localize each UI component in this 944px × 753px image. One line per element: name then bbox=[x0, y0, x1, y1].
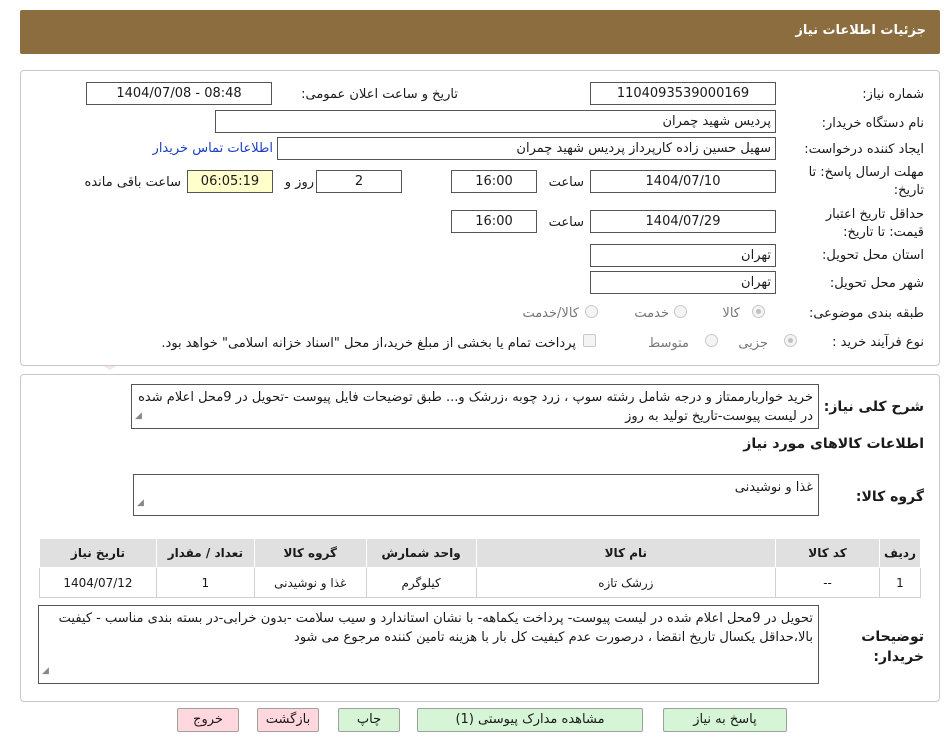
col-goods-code: کد کالا bbox=[775, 538, 880, 568]
buyer-notes-textarea: تحویل در 9محل اعلام شده در لیست پیوست- پ… bbox=[38, 605, 819, 684]
page-header: جزئیات اطلاعات نیاز bbox=[20, 10, 940, 54]
col-unit: واحد شمارش bbox=[365, 538, 477, 568]
category-goods-label: کالا bbox=[722, 306, 740, 321]
description-label: شرح کلی نیاز: bbox=[823, 399, 924, 415]
cell-row-number: 1 bbox=[878, 567, 922, 598]
category-label: طبقه بندی موضوعی: bbox=[808, 306, 924, 321]
need-number-field: 1104093539000169 bbox=[590, 82, 776, 105]
cell-need-date: 1404/07/12 bbox=[39, 567, 157, 598]
view-attachments-button[interactable]: مشاهده مدارک پیوستی (1) bbox=[417, 708, 643, 732]
validity-date-field: 1404/07/29 bbox=[590, 210, 776, 233]
category-service-label: خدمت bbox=[634, 306, 669, 321]
col-need-date: تاریخ نیاز bbox=[39, 538, 157, 568]
requester-label: ایجاد کننده درخواست: bbox=[804, 142, 924, 157]
province-label: استان محل تحویل: bbox=[822, 248, 924, 263]
cell-goods-code: -- bbox=[775, 567, 880, 598]
process-medium-label: متوسط bbox=[648, 336, 689, 351]
buyer-org-field: پردیس شهید چمران bbox=[215, 110, 776, 133]
city-field: تهران bbox=[590, 271, 776, 294]
city-label: شهر محل تحویل: bbox=[829, 276, 924, 291]
col-row-number: ردیف bbox=[878, 538, 922, 568]
table-header-row: تاریخ نیاز تعداد / مقدار گروه کالا واحد … bbox=[39, 538, 922, 568]
deadline-label: مهلت ارسال پاسخ: تا تاریخ: bbox=[808, 165, 924, 198]
description-text: خرید خواربارممتاز و درجه شامل رشته سوپ ،… bbox=[138, 390, 813, 424]
exit-button[interactable]: خروج bbox=[177, 708, 239, 732]
validity-label: حداقل تاریخ اعتبار قیمت: تا تاریخ: bbox=[825, 207, 924, 240]
validity-time-field: 16:00 bbox=[451, 210, 537, 233]
goods-table: تاریخ نیاز تعداد / مقدار گروه کالا واحد … bbox=[39, 538, 922, 598]
process-minor-radio[interactable] bbox=[784, 334, 797, 347]
cell-goods-name: زرشک تازه bbox=[475, 567, 777, 598]
print-button[interactable]: چاپ bbox=[338, 708, 400, 732]
deadline-time-field: 16:00 bbox=[451, 170, 537, 193]
days-field: 2 bbox=[316, 170, 402, 193]
buyer-org-label: نام دستگاه خریدار: bbox=[821, 116, 924, 131]
deadline-date-field: 1404/07/10 bbox=[590, 170, 776, 193]
category-goods-service-radio[interactable] bbox=[585, 305, 598, 318]
resize-grip-icon: ◢ bbox=[137, 498, 144, 508]
reply-button[interactable]: پاسخ به نیاز bbox=[663, 708, 787, 732]
description-textarea: خرید خواربارممتاز و درجه شامل رشته سوپ ،… bbox=[131, 384, 819, 429]
treasury-payment-checkbox[interactable] bbox=[583, 334, 596, 347]
goods-group-label: گروه کالا: bbox=[855, 489, 924, 505]
resize-grip-icon: ◢ bbox=[135, 411, 142, 421]
announce-label: تاریخ و ساعت اعلان عمومی: bbox=[301, 87, 458, 102]
deadline-time-word: ساعت bbox=[548, 175, 584, 190]
goods-group-field: غذا و نوشیدنی ◢ bbox=[133, 474, 819, 516]
buyer-notes-label: توضیحات خریدار: bbox=[861, 629, 924, 665]
page-title: جزئیات اطلاعات نیاز bbox=[795, 23, 926, 38]
province-field: تهران bbox=[590, 244, 776, 267]
need-number-label: شماره نیاز: bbox=[862, 87, 924, 102]
col-quantity: تعداد / مقدار bbox=[155, 538, 255, 568]
remaining-word: ساعت باقی مانده bbox=[84, 175, 181, 190]
process-type-label: نوع فرآیند خرید : bbox=[832, 335, 924, 350]
back-button[interactable]: بازگشت bbox=[257, 708, 319, 732]
process-minor-label: جزیی bbox=[738, 336, 768, 351]
buyer-contact-link[interactable]: اطلاعات تماس خریدار bbox=[153, 141, 273, 156]
goods-group-value: غذا و نوشیدنی bbox=[734, 480, 813, 495]
goods-section-title: اطلاعات کالاهای مورد نیاز bbox=[743, 436, 924, 452]
col-goods-group: گروه کالا bbox=[253, 538, 367, 568]
category-service-radio[interactable] bbox=[674, 305, 687, 318]
process-medium-radio[interactable] bbox=[705, 334, 718, 347]
days-word: روز و bbox=[284, 175, 314, 190]
cell-goods-group: غذا و نوشیدنی bbox=[253, 567, 367, 598]
cell-unit: کیلوگرم bbox=[365, 567, 477, 598]
requester-field: سهیل حسین زاده کارپرداز پردیس شهید چمران bbox=[277, 137, 776, 160]
category-goods-radio[interactable] bbox=[752, 305, 765, 318]
col-goods-name: نام کالا bbox=[475, 538, 777, 568]
table-row: 1404/07/12 1 غذا و نوشیدنی کیلوگرم زرشک … bbox=[39, 567, 922, 598]
resize-grip-icon: ◢ bbox=[42, 666, 49, 676]
remaining-time-field: 06:05:19 bbox=[187, 170, 273, 193]
category-goods-service-label: کالا/خدمت bbox=[522, 306, 579, 321]
buyer-notes-text: تحویل در 9محل اعلام شده در لیست پیوست- پ… bbox=[58, 611, 813, 645]
validity-time-word: ساعت bbox=[548, 215, 584, 230]
treasury-payment-note: پرداخت تمام یا بخشی از مبلغ خرید،از محل … bbox=[161, 336, 576, 351]
cell-quantity: 1 bbox=[155, 567, 255, 598]
announce-datetime-field: 1404/07/08 - 08:48 bbox=[86, 82, 272, 105]
